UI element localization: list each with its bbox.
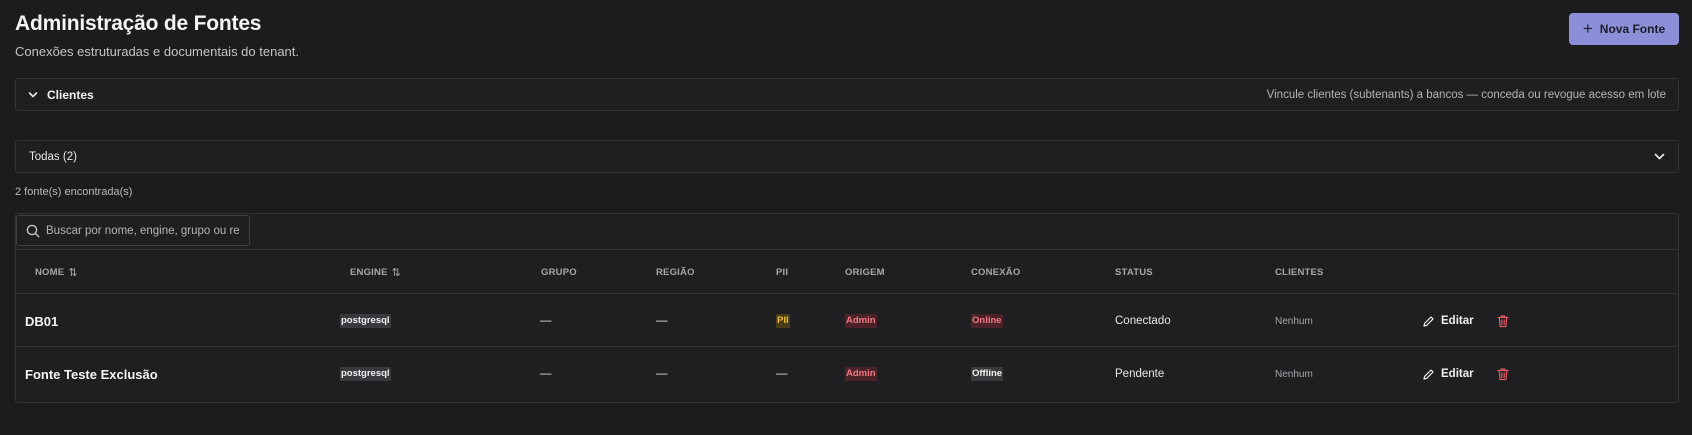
results-count: 2 fonte(s) encontrada(s) bbox=[15, 186, 133, 198]
origin-badge: Admin bbox=[845, 367, 877, 381]
page-subtitle: Conexões estruturadas e documentais do t… bbox=[15, 44, 300, 59]
trash-icon bbox=[1497, 368, 1509, 381]
search-box bbox=[16, 215, 250, 246]
region-value: — bbox=[656, 368, 668, 380]
edit-button-label: Editar bbox=[1441, 368, 1474, 380]
engine-badge: postgresql bbox=[340, 367, 391, 381]
plus-icon: + bbox=[1582, 18, 1593, 38]
connection-badge: Online bbox=[971, 314, 1003, 328]
region-value: — bbox=[656, 315, 668, 327]
column-header-group: GRUPO bbox=[541, 267, 577, 278]
table-header: NOME ⇅ ENGINE ⇅ GRUPO REGIÃO PII ORIGEM … bbox=[16, 249, 1678, 294]
column-header-pii: PII bbox=[776, 267, 789, 278]
pii-value: — bbox=[776, 368, 788, 380]
column-header-name[interactable]: NOME ⇅ bbox=[35, 250, 78, 295]
connection-badge: Offline bbox=[971, 367, 1004, 381]
edit-button[interactable]: Editar bbox=[1422, 315, 1474, 328]
source-filter-select[interactable]: Todas (2) bbox=[15, 140, 1679, 173]
pencil-icon bbox=[1423, 368, 1434, 380]
chevron-down-icon bbox=[28, 91, 38, 97]
status-value: Conectado bbox=[1115, 315, 1171, 327]
origin-badge: Admin bbox=[845, 314, 877, 328]
clients-value: Nenhum bbox=[1275, 368, 1313, 380]
filter-selected-value: Todas (2) bbox=[29, 150, 77, 163]
clients-section-hint: Vincule clientes (subtenants) a bancos —… bbox=[1266, 88, 1666, 101]
source-name: Fonte Teste Exclusão bbox=[25, 366, 158, 382]
new-source-button[interactable]: + Nova Fonte bbox=[1569, 13, 1679, 45]
column-header-origin: ORIGEM bbox=[845, 267, 885, 278]
column-header-clients: CLIENTES bbox=[1275, 267, 1324, 278]
search-input[interactable] bbox=[46, 224, 240, 237]
search-icon bbox=[26, 224, 40, 237]
clients-value: Nenhum bbox=[1275, 315, 1313, 327]
pii-badge: PII bbox=[776, 314, 790, 328]
pencil-icon bbox=[1423, 315, 1434, 327]
edit-button[interactable]: Editar bbox=[1422, 368, 1474, 381]
table-row: DB01 postgresql — — PII Admin Online Con… bbox=[16, 295, 1678, 347]
clients-section-title: Clientes bbox=[47, 87, 94, 102]
sort-icon: ⇅ bbox=[391, 267, 402, 279]
page-title: Administração de Fontes bbox=[15, 12, 262, 35]
sort-icon: ⇅ bbox=[68, 267, 78, 279]
column-header-status: STATUS bbox=[1115, 267, 1153, 278]
group-value: — bbox=[540, 315, 552, 327]
delete-button[interactable] bbox=[1496, 314, 1510, 328]
clients-section-toggle[interactable]: Clientes Vincule clientes (subtenants) a… bbox=[15, 78, 1679, 111]
delete-button[interactable] bbox=[1496, 367, 1510, 381]
chevron-down-icon bbox=[1654, 153, 1665, 160]
column-header-name-label: NOME bbox=[35, 267, 65, 278]
edit-button-label: Editar bbox=[1441, 315, 1474, 327]
sources-table: NOME ⇅ ENGINE ⇅ GRUPO REGIÃO PII ORIGEM … bbox=[15, 213, 1679, 403]
source-name: DB01 bbox=[25, 313, 59, 329]
status-value: Pendente bbox=[1115, 368, 1165, 380]
column-header-connection: CONEXÃO bbox=[971, 267, 1021, 278]
column-header-engine-label: ENGINE bbox=[350, 267, 388, 278]
column-header-region: REGIÃO bbox=[656, 267, 695, 278]
column-header-engine[interactable]: ENGINE ⇅ bbox=[350, 250, 401, 295]
trash-icon bbox=[1497, 315, 1509, 328]
group-value: — bbox=[540, 368, 552, 380]
table-row: Fonte Teste Exclusão postgresql — — — Ad… bbox=[16, 348, 1678, 400]
new-source-button-label: Nova Fonte bbox=[1599, 22, 1666, 36]
engine-badge: postgresql bbox=[340, 314, 391, 328]
